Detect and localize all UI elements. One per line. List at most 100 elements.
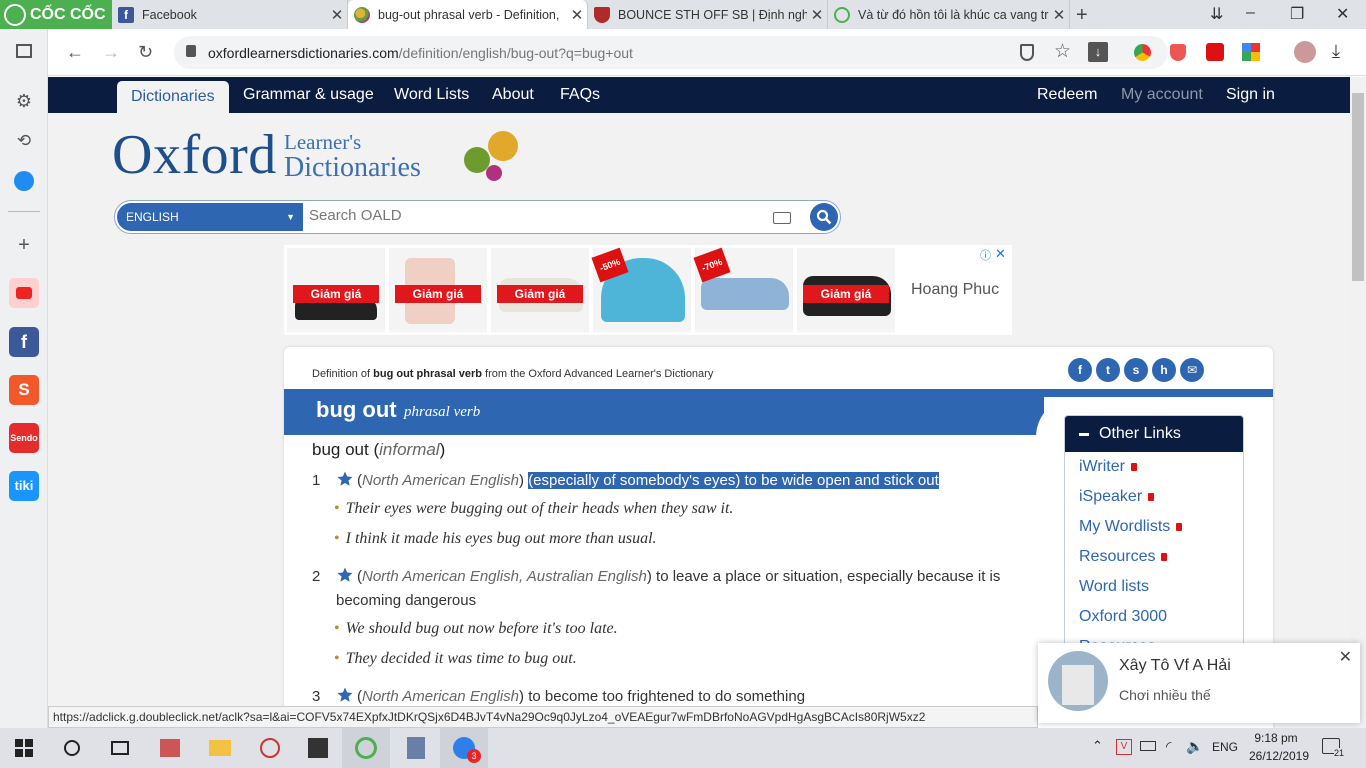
other-links-header[interactable]: Other Links bbox=[1065, 416, 1243, 452]
zalo-icon[interactable]: 3 bbox=[440, 728, 488, 768]
gear-icon[interactable]: ⚙ bbox=[8, 85, 40, 117]
adchoices-icon[interactable]: ⓘ bbox=[980, 247, 991, 263]
coccoc-taskbar-icon[interactable] bbox=[342, 728, 390, 768]
reload-button[interactable]: ↻ bbox=[138, 42, 153, 63]
maximize-button[interactable]: ❐ bbox=[1290, 4, 1304, 24]
notification-image bbox=[1048, 651, 1108, 711]
close-icon[interactable]: ✕ bbox=[327, 6, 347, 24]
ad-product[interactable]: Giảm giá bbox=[797, 248, 895, 332]
close-icon[interactable]: ✕ bbox=[1049, 6, 1069, 24]
ad-banner[interactable]: Giảm giá Giảm giá Giảm giá -50% -70% Giả… bbox=[284, 245, 1012, 335]
link-iwriter[interactable]: iWriter bbox=[1079, 458, 1137, 476]
shopee-icon[interactable]: S bbox=[8, 374, 40, 406]
twitter-share-icon[interactable]: t bbox=[1096, 358, 1120, 382]
nav-dictionaries[interactable]: Dictionaries bbox=[117, 81, 229, 113]
stumbleupon-share-icon[interactable]: s bbox=[1124, 358, 1148, 382]
search-input[interactable]: Search OALD bbox=[309, 207, 402, 224]
apps-icon[interactable] bbox=[1242, 43, 1260, 61]
battery-icon[interactable] bbox=[1140, 741, 1156, 751]
tab-song[interactable]: Và từ đó hồn tôi là khúc ca vang tr ✕ bbox=[828, 0, 1070, 29]
ad-product[interactable]: Giảm giá bbox=[491, 248, 589, 332]
new-tab-button[interactable]: + bbox=[1076, 4, 1088, 27]
clock-time[interactable]: 9:18 pm bbox=[1254, 731, 1298, 745]
chrome-ext-icon[interactable] bbox=[1134, 44, 1151, 61]
download-icon[interactable]: ⤓ bbox=[1332, 41, 1340, 62]
nav-sign-in[interactable]: Sign in bbox=[1226, 77, 1275, 113]
search-circle-icon[interactable] bbox=[48, 728, 96, 768]
ad-advertiser[interactable]: Hoang Phuc bbox=[911, 281, 999, 299]
link-resources[interactable]: Resources bbox=[1079, 548, 1168, 566]
ad-product[interactable]: Giảm giá bbox=[287, 248, 385, 332]
sidebar-toggle-icon[interactable] bbox=[8, 35, 40, 67]
app-icon[interactable] bbox=[392, 728, 440, 768]
nav-redeem[interactable]: Redeem bbox=[1037, 77, 1097, 113]
paint-icon[interactable] bbox=[246, 728, 294, 768]
nav-faqs[interactable]: FAQs bbox=[560, 77, 600, 113]
clock-date[interactable]: 26/12/2019 bbox=[1248, 749, 1310, 763]
extension-icon[interactable] bbox=[1206, 43, 1224, 61]
nav-word-lists[interactable]: Word Lists bbox=[394, 77, 469, 113]
tab-list-icon[interactable]: ⇊ bbox=[1210, 4, 1223, 24]
nav-grammar[interactable]: Grammar & usage bbox=[243, 77, 374, 113]
language-value: ENGLISH bbox=[126, 210, 179, 224]
link-label: My Wordlists bbox=[1079, 518, 1171, 535]
address-bar[interactable]: oxfordlearnersdictionaries.com/definitio… bbox=[174, 36, 1168, 69]
logo-balls-icon bbox=[446, 127, 546, 187]
link-ispeaker[interactable]: iSpeaker bbox=[1079, 488, 1155, 506]
volume-icon[interactable]: 🔈 bbox=[1186, 738, 1203, 755]
ad-product[interactable]: Giảm giá bbox=[389, 248, 487, 332]
tiki-icon[interactable]: tiki bbox=[8, 470, 40, 502]
app-icon[interactable] bbox=[146, 728, 194, 768]
wifi-icon[interactable]: ◜ bbox=[1166, 738, 1171, 755]
avatar[interactable] bbox=[1294, 41, 1316, 63]
close-ad-icon[interactable]: ✕ bbox=[995, 246, 1006, 262]
star-icon[interactable]: ☆ bbox=[1054, 40, 1071, 63]
youtube-icon[interactable] bbox=[8, 277, 40, 309]
nav-about[interactable]: About bbox=[492, 77, 534, 113]
language-select[interactable]: ENGLISH ▼ bbox=[117, 203, 303, 231]
facebook-share-icon[interactable]: f bbox=[1068, 358, 1092, 382]
add-icon[interactable]: + bbox=[8, 229, 40, 261]
task-view-icon[interactable] bbox=[96, 728, 144, 768]
adblock-icon[interactable] bbox=[1170, 44, 1186, 61]
email-share-icon[interactable]: ✉ bbox=[1180, 358, 1204, 382]
search-button[interactable] bbox=[810, 203, 838, 231]
minimize-button[interactable]: – bbox=[1246, 4, 1255, 22]
tab-oxford[interactable]: bug-out phrasal verb - Definition, ✕ bbox=[348, 0, 588, 29]
file-explorer-icon[interactable] bbox=[196, 728, 244, 768]
logo-learners-dictionaries[interactable]: Learner's Dictionaries bbox=[284, 129, 421, 182]
scrollbar-thumb[interactable] bbox=[1352, 93, 1364, 281]
notification-popup[interactable]: Xây Tô Vf A Hải Chơi nhiều thế ✕ bbox=[1038, 643, 1360, 723]
close-window-button[interactable]: ✕ bbox=[1336, 4, 1349, 24]
facebook-icon[interactable]: f bbox=[8, 326, 40, 358]
link-my-wordlists[interactable]: My Wordlists bbox=[1079, 518, 1183, 536]
history-icon[interactable]: ⟲ bbox=[8, 125, 40, 157]
back-button[interactable]: ← bbox=[66, 42, 84, 63]
sendo-icon[interactable]: Sendo bbox=[8, 422, 40, 454]
link-word-lists[interactable]: Word lists bbox=[1079, 578, 1149, 596]
vertical-scrollbar[interactable] bbox=[1350, 77, 1366, 728]
language-indicator[interactable]: ENG bbox=[1212, 740, 1238, 754]
tab-facebook[interactable]: f Facebook ✕ bbox=[112, 0, 348, 29]
shield-icon[interactable] bbox=[1020, 44, 1034, 61]
close-icon[interactable]: ✕ bbox=[1339, 647, 1352, 667]
close-icon[interactable]: ✕ bbox=[807, 6, 827, 24]
link-oxford-3000[interactable]: Oxford 3000 bbox=[1079, 608, 1167, 626]
chevron-up-icon[interactable]: ⌃ bbox=[1092, 738, 1103, 754]
forward-button[interactable]: → bbox=[102, 42, 120, 63]
nav-my-account[interactable]: My account bbox=[1121, 77, 1203, 113]
unikey-icon[interactable]: V bbox=[1116, 739, 1132, 755]
windows-start-icon[interactable] bbox=[0, 728, 48, 768]
download-page-icon[interactable]: ↓ bbox=[1088, 42, 1108, 62]
tab-cambridge[interactable]: BOUNCE STH OFF SB | Định nghĩa ✕ bbox=[588, 0, 828, 29]
coccoc-brand[interactable]: CỐC CỐC bbox=[0, 0, 112, 29]
close-icon[interactable]: ✕ bbox=[567, 6, 587, 24]
ad-product[interactable]: -70% bbox=[693, 247, 793, 332]
ad-product[interactable]: -50% bbox=[591, 247, 691, 332]
logo-oxford[interactable]: Oxford bbox=[112, 123, 277, 187]
link-label: iSpeaker bbox=[1079, 488, 1143, 505]
keyboard-icon[interactable] bbox=[773, 212, 791, 224]
messenger-icon[interactable] bbox=[8, 165, 40, 197]
sticky-notes-icon[interactable] bbox=[294, 728, 342, 768]
hi5-share-icon[interactable]: h bbox=[1152, 358, 1176, 382]
